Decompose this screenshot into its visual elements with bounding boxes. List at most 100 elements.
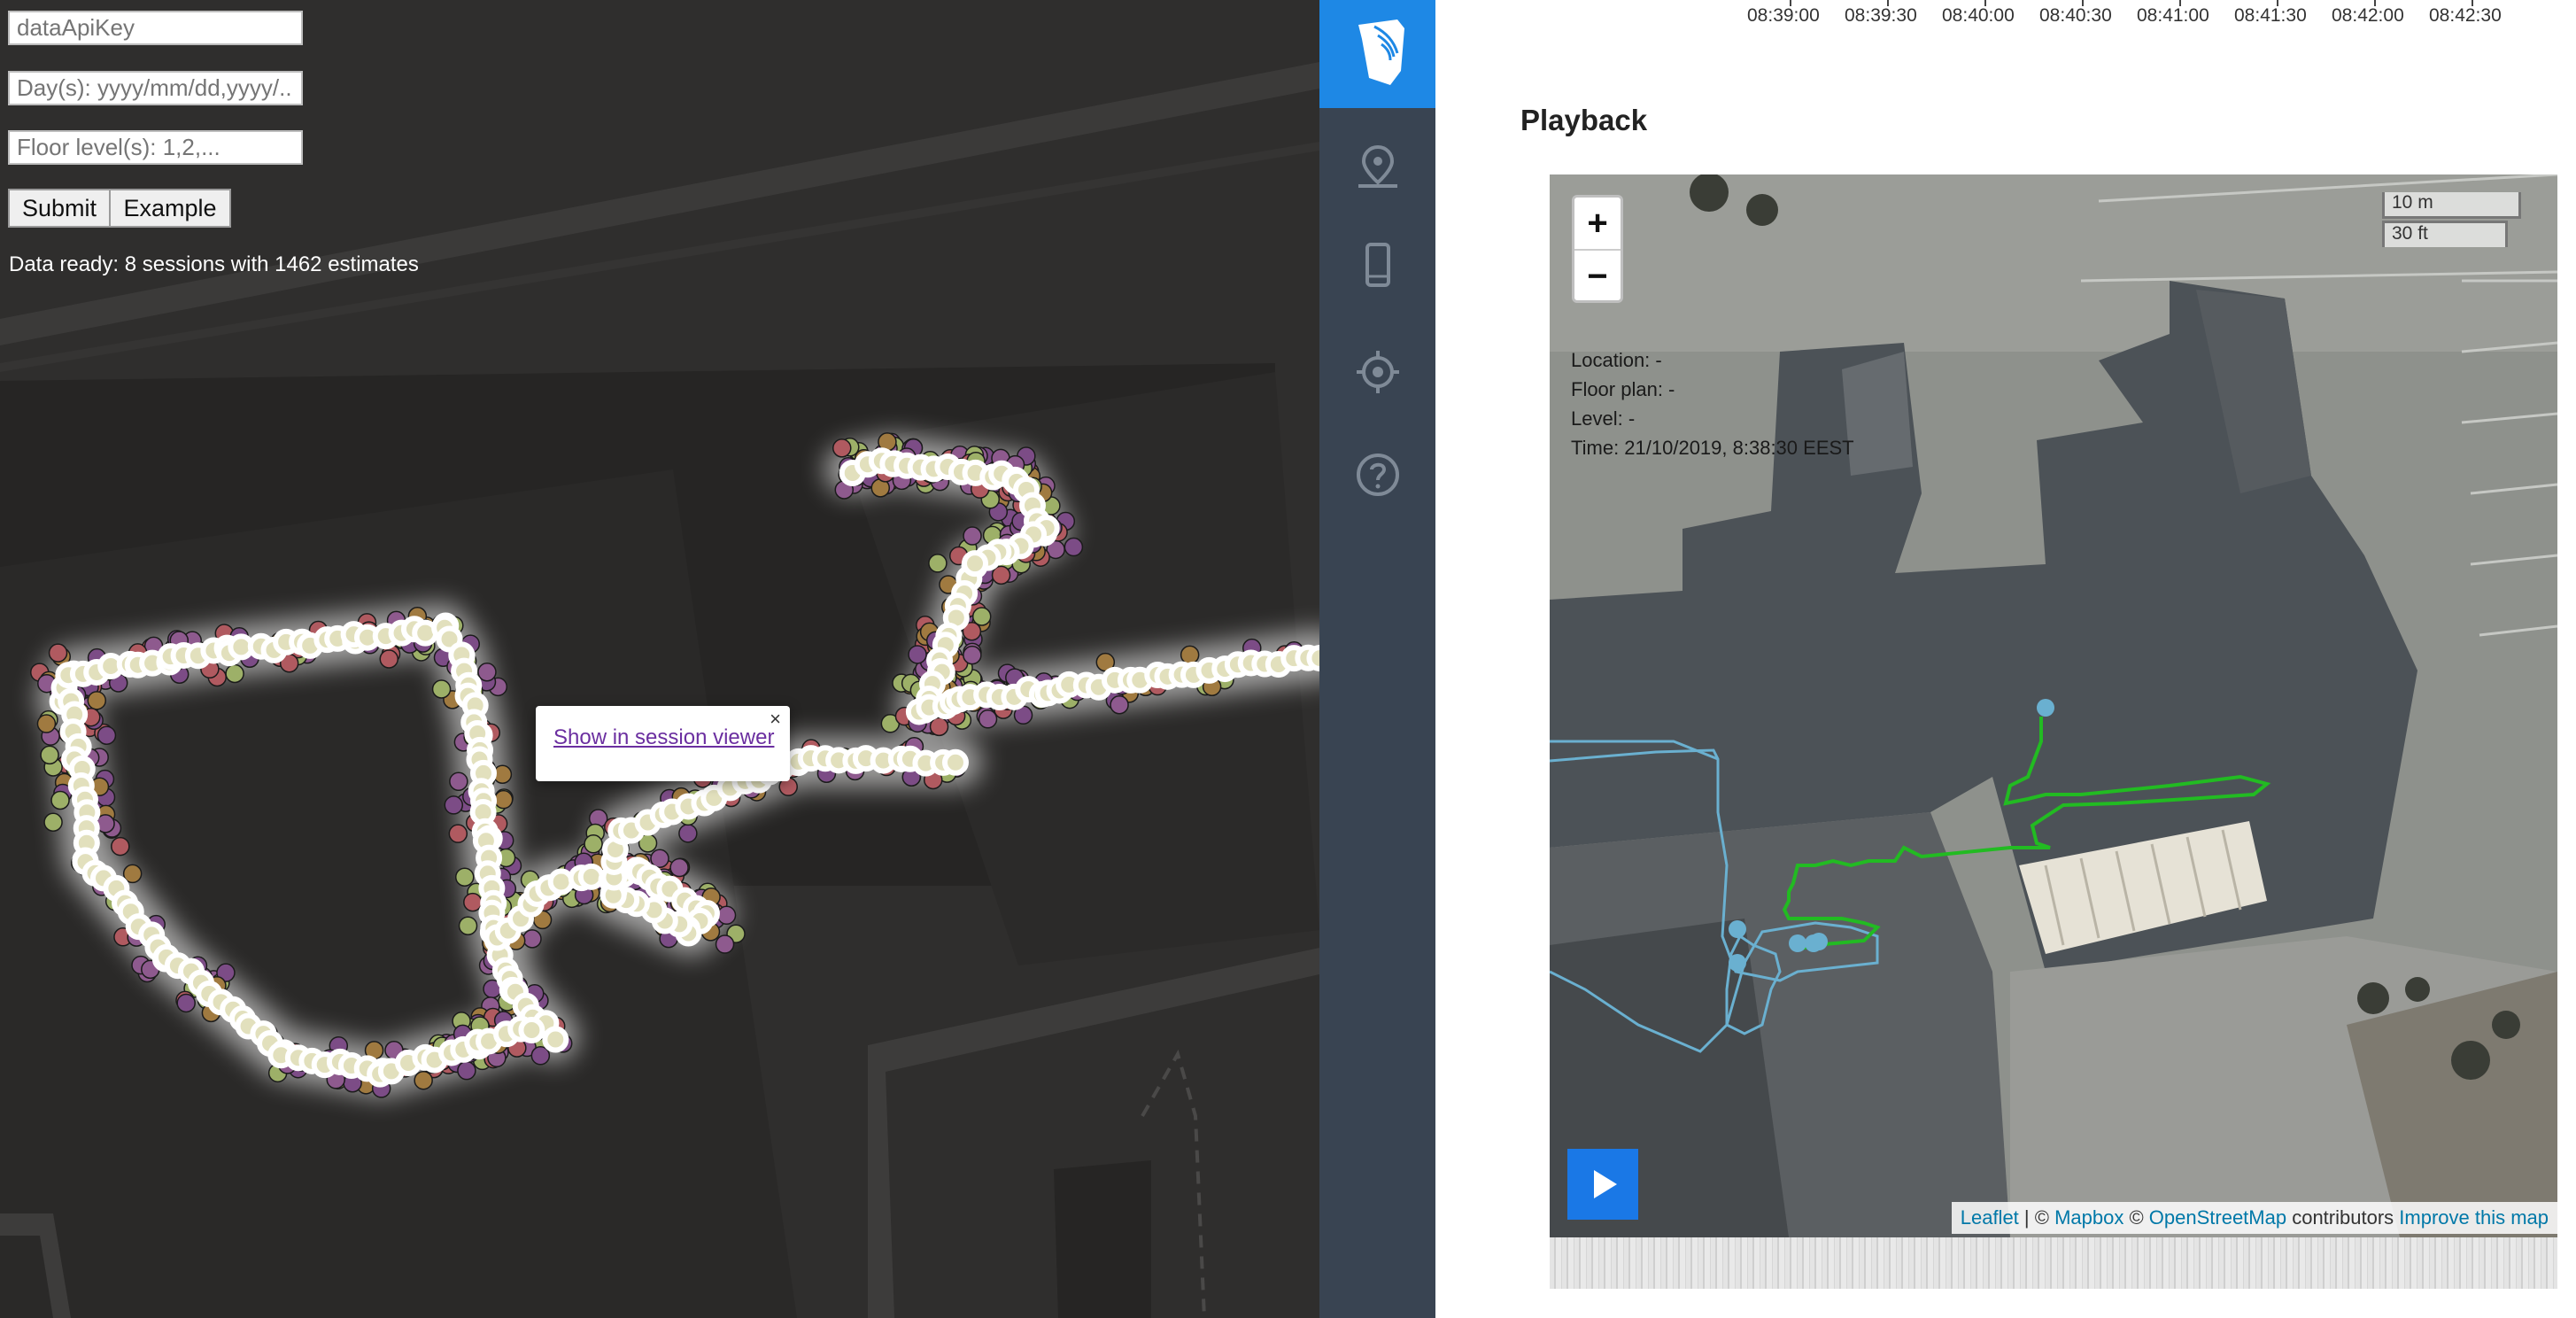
session-track-point[interactable]: [941, 748, 969, 776]
estimate-point[interactable]: [448, 824, 468, 843]
improve-map-link[interactable]: Improve this map: [2399, 1206, 2549, 1229]
session-track-point[interactable]: [542, 1026, 569, 1053]
estimate-point[interactable]: [991, 565, 1011, 585]
estimate-point[interactable]: [463, 892, 483, 912]
show-in-session-viewer-link[interactable]: Show in session viewer: [553, 725, 774, 750]
estimate-point[interactable]: [87, 691, 107, 710]
estimate-point[interactable]: [963, 645, 982, 665]
days-input[interactable]: [8, 71, 303, 105]
example-button[interactable]: Example: [109, 189, 231, 228]
playback-title: Playback: [1520, 104, 1648, 136]
estimate-point[interactable]: [431, 679, 452, 699]
timeline-tick-label: 08:41:30: [2234, 5, 2307, 26]
timeline-tick-label: 08:42:30: [2429, 5, 2502, 26]
estimate-point[interactable]: [1110, 695, 1129, 715]
attribution-contributors: contributors: [2286, 1206, 2400, 1229]
phone-icon[interactable]: [1353, 241, 1403, 291]
estimate-point[interactable]: [522, 929, 542, 949]
playback-timeline-bar[interactable]: [1550, 1237, 2557, 1289]
logo-shield-icon: [1358, 19, 1404, 85]
floor-levels-input[interactable]: [8, 130, 303, 165]
estimate-point[interactable]: [669, 857, 689, 878]
floor-plan-info: Floor plan: -: [1571, 378, 1675, 400]
estimate-point[interactable]: [379, 649, 399, 669]
timeline-tick-label: 08:42:00: [2332, 5, 2404, 26]
estimate-point[interactable]: [678, 824, 698, 843]
sidebar-item-home[interactable]: [1319, 0, 1435, 108]
estimate-point[interactable]: [1064, 537, 1084, 557]
session-track-point[interactable]: [962, 550, 989, 578]
session-map-pane[interactable]: Submit Example Data ready: 8 sessions wi…: [0, 0, 1319, 1318]
estimate-point[interactable]: [908, 645, 927, 664]
estimate-point[interactable]: [449, 771, 468, 791]
estimate-point[interactable]: [97, 725, 117, 745]
attribution-separator: ©: [2123, 1206, 2149, 1229]
estimate-point[interactable]: [40, 745, 59, 765]
estimate-point[interactable]: [225, 663, 244, 684]
estimate-point[interactable]: [978, 709, 998, 729]
estimate-point[interactable]: [444, 795, 464, 815]
session-track-point[interactable]: [1306, 645, 1319, 671]
estimate-point[interactable]: [963, 526, 982, 546]
timeline-tick-label: 08:39:30: [1845, 5, 1917, 26]
estimate-point[interactable]: [715, 934, 735, 954]
track-point: [1729, 920, 1746, 938]
session-detail-pane: 08:39:00 08:39:30 08:40:00 08:40:30 08:41:00…: [1435, 0, 2576, 1318]
estimate-point[interactable]: [36, 714, 57, 733]
openstreetmap-link[interactable]: OpenStreetMap: [2149, 1206, 2286, 1229]
timeline-tick-label: 08:39:00: [1747, 5, 1820, 26]
estimate-point[interactable]: [176, 993, 196, 1013]
estimate-point[interactable]: [929, 717, 949, 737]
estimate-point[interactable]: [584, 834, 603, 854]
submit-button[interactable]: Submit: [8, 189, 111, 228]
session-track-point[interactable]: [518, 1017, 545, 1044]
scale-metric: 10 m: [2382, 192, 2521, 219]
timeline-tick-label: 08:40:30: [2039, 5, 2112, 26]
zoom-out-button[interactable]: −: [1574, 251, 1621, 302]
estimate-point[interactable]: [414, 1070, 433, 1090]
play-button[interactable]: [1567, 1149, 1638, 1220]
track-point: [2037, 699, 2054, 717]
estimate-point[interactable]: [458, 916, 478, 935]
map-attribution: Leaflet | © Mapbox © OpenStreetMap contr…: [1951, 1202, 2557, 1234]
level-info: Level: -: [1571, 407, 1636, 430]
estimate-point[interactable]: [493, 789, 514, 810]
zoom-control: + −: [1572, 195, 1623, 303]
estimate-point[interactable]: [971, 607, 992, 626]
play-icon: [1594, 1170, 1617, 1198]
time-info: Time: 21/10/2019, 8:38:30 EEST: [1571, 437, 1854, 459]
crosshair-target-icon[interactable]: [1353, 347, 1403, 397]
estimate-point[interactable]: [43, 812, 63, 833]
timeline-tick-label: 08:40:00: [1942, 5, 2015, 26]
estimate-point[interactable]: [48, 643, 68, 663]
map-pin-icon[interactable]: [1353, 142, 1403, 191]
estimate-point[interactable]: [1180, 645, 1200, 665]
mapbox-link[interactable]: Mapbox: [2054, 1206, 2123, 1229]
estimate-point[interactable]: [477, 662, 497, 682]
estimate-point[interactable]: [530, 1046, 551, 1066]
estimate-point[interactable]: [111, 836, 130, 857]
help-circle-icon[interactable]: [1353, 450, 1403, 500]
track-point: [1789, 934, 1806, 952]
timeline-tick-label: 08:41:00: [2137, 5, 2209, 26]
playback-map[interactable]: + − 10 m 30 ft Location: - Floor plan: -…: [1550, 174, 2557, 1237]
status-text: Data ready: 8 sessions with 1462 estimat…: [9, 252, 419, 276]
app-sidebar: [1319, 0, 1435, 1318]
location-info: Location: -: [1571, 349, 1662, 371]
session-track-point[interactable]: [547, 868, 575, 895]
satellite-imagery: [1550, 174, 2557, 1237]
session-popup: × Show in session viewer: [536, 706, 790, 781]
estimate-point[interactable]: [457, 1060, 476, 1081]
attribution-separator: | ©: [2018, 1206, 2055, 1229]
estimate-point[interactable]: [50, 790, 70, 810]
estimate-point[interactable]: [832, 438, 852, 458]
track-point: [1729, 954, 1746, 972]
estimate-point[interactable]: [650, 849, 669, 869]
zoom-in-button[interactable]: +: [1574, 198, 1621, 249]
estimate-point[interactable]: [716, 905, 737, 926]
scale-imperial: 30 ft: [2382, 221, 2508, 247]
api-key-input[interactable]: [8, 11, 303, 45]
leaflet-link[interactable]: Leaflet: [1961, 1206, 2019, 1229]
estimate-point[interactable]: [455, 867, 475, 887]
estimate-point[interactable]: [928, 554, 948, 573]
